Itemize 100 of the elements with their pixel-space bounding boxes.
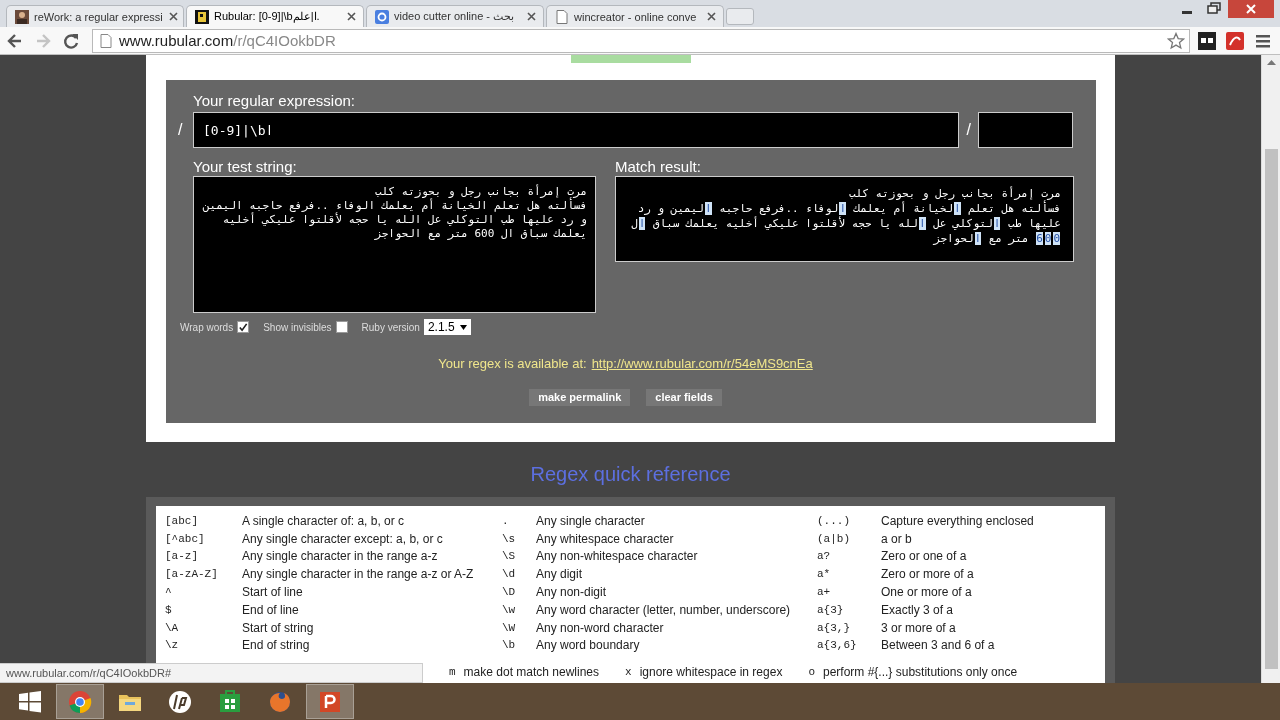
page-icon [100, 33, 112, 48]
close-icon[interactable] [167, 10, 180, 23]
address-bar[interactable]: www.rubular.com/r/qC4IOokbDR [92, 28, 1190, 53]
page-icon [555, 9, 569, 24]
token-description: Any single character in the range a-z or A-Z [242, 567, 475, 582]
regex-token: \w [502, 603, 517, 616]
scroll-thumb[interactable] [1264, 149, 1278, 669]
regex-token: \z [165, 639, 180, 652]
scrollbar[interactable] [1261, 55, 1280, 683]
option-label: Wrap words [180, 321, 234, 333]
presentation-icon[interactable] [306, 684, 354, 719]
regex-token: (a|b) [817, 532, 851, 545]
token-description: Any single character [536, 513, 646, 528]
regex-token: \d [502, 568, 517, 581]
star-icon[interactable] [1167, 31, 1185, 50]
tab-title: reWork: a regular expressi [34, 10, 163, 23]
regex-token: a{3} [817, 603, 845, 616]
tab-title: video cutter online - بحث [394, 10, 516, 23]
regex-token: a? [817, 550, 832, 563]
form-button[interactable]: make permalink [529, 389, 631, 406]
regex-token: a+ [817, 586, 832, 599]
url-text: www.rubular.com/r/qC4IOokbDR [119, 32, 336, 49]
search-engine-icon [375, 9, 389, 24]
regex-token: \D [502, 586, 517, 599]
token-description: Any non-whitespace character [536, 549, 699, 564]
token-description: Any whitespace character [536, 531, 675, 546]
regex-token: \A [165, 621, 180, 634]
token-description: Any word character (letter, number, underscore) [536, 602, 792, 617]
checkbox[interactable] [335, 321, 348, 333]
regex-token: [abc] [165, 514, 199, 527]
regex-token: a* [817, 568, 832, 581]
tab-title: Rubular: [0-9]|\bا|علم. [214, 10, 321, 23]
test-string-field[interactable]: مرت إمرأة بجانب رجل و بحوزته كلب فسألته هل تعلم الخيانة أم يعلمك الوفاء ..فرفع حاجبه اليمين و رد عليها طب التوكلي عل الله يا حجه لأقلتوا عليكي أخليه يعلمك سباق ال 600 متر مع الحواجز [193, 176, 596, 313]
regex-field[interactable]: [0-9]|\bا [193, 112, 960, 148]
field-label: Match result: [615, 158, 702, 176]
token-description: Any single character in the range a-z [242, 549, 439, 564]
browser-tab[interactable]: video cutter online - بحث [366, 5, 544, 27]
option-label: Ruby version [361, 321, 420, 333]
token-description: A single character of: a, b, or c [242, 513, 406, 528]
flag-description: ignore whitespace in regex [639, 665, 783, 680]
token-description: End of line [242, 602, 300, 617]
token-description: End of string [242, 638, 311, 653]
token-description: Any non-digit [536, 585, 608, 600]
tab-title: wincreator - online conve [574, 10, 698, 23]
browser-tab[interactable]: wincreator - online conve [546, 5, 724, 27]
flag-letter: m [449, 666, 456, 679]
field-label: Your test string: [193, 158, 298, 176]
regex-token: a{3,} [817, 621, 851, 634]
regex-token: \b [502, 639, 517, 652]
extension-icon[interactable] [1196, 29, 1218, 52]
slash-text: / [178, 121, 184, 139]
regex-token: [^abc] [165, 532, 206, 545]
regex-token: [a-zA-Z] [165, 568, 219, 581]
regex-token: . [502, 514, 510, 527]
token-description: Zero or one of a [881, 549, 968, 564]
form-button[interactable]: clear fields [646, 389, 722, 406]
regex-token: $ [165, 603, 173, 616]
regex-token: ^ [165, 586, 173, 599]
regex-token: a{3,6} [817, 639, 858, 652]
options-field[interactable] [978, 112, 1073, 148]
caret-icon[interactable] [459, 324, 467, 330]
token-description: Between 3 and 6 of a [881, 638, 996, 653]
flag-description: perform #{...} substitutions only once [823, 665, 1018, 680]
flag-letter: o [808, 666, 815, 679]
token-description: Capture everything enclosed [881, 513, 1035, 528]
browser-tab[interactable]: Rubular: [0-9]|\bا|علم. [186, 5, 364, 27]
status-bubble: www.rubular.com/r/qC4IOokbDR# [0, 663, 423, 683]
regex-token: (...) [817, 514, 851, 527]
token-description: a or b [881, 531, 913, 546]
token-description: Any word boundary [536, 638, 641, 653]
token-description: Exactly 3 of a [881, 602, 955, 617]
option-label: Show invisibles [263, 321, 332, 333]
close-icon[interactable] [345, 10, 357, 23]
token-description: Start of string [242, 620, 315, 635]
token-description: One or more of a [881, 585, 973, 600]
flag-description: make dot match newlines [463, 665, 599, 680]
regex-token: \S [502, 550, 517, 563]
section-title: Regex quick reference [530, 463, 731, 486]
permalink-link[interactable]: http://www.rubular.com/r/54eMS9cnEa [591, 356, 813, 372]
token-description: Any single character except: a, b, or c [242, 531, 444, 546]
field-label: Your regular expression: [193, 92, 357, 110]
slash-text: / [965, 121, 972, 139]
browser-tab[interactable]: reWork: a regular expressi [6, 5, 184, 27]
photo-icon [15, 9, 29, 24]
regex-token: \W [502, 621, 517, 634]
close-icon[interactable] [705, 10, 717, 23]
token-description: Any digit [536, 567, 584, 582]
version-select[interactable]: 2.1.5 [423, 319, 471, 335]
regex-token: [a-z] [165, 550, 199, 563]
flag-letter: x [625, 666, 632, 679]
logo-icon [195, 9, 209, 24]
token-description: 3 or more of a [881, 620, 957, 635]
close-icon[interactable] [1228, 0, 1274, 18]
token-description: Zero or more of a [881, 567, 975, 582]
permalink-label: Your regex is available at: [438, 356, 587, 372]
regex-token: \s [502, 532, 517, 545]
token-description: Any non-word character [536, 620, 665, 635]
close-icon[interactable] [525, 10, 537, 23]
token-description: Start of line [242, 585, 304, 600]
checkbox[interactable] [237, 321, 250, 333]
